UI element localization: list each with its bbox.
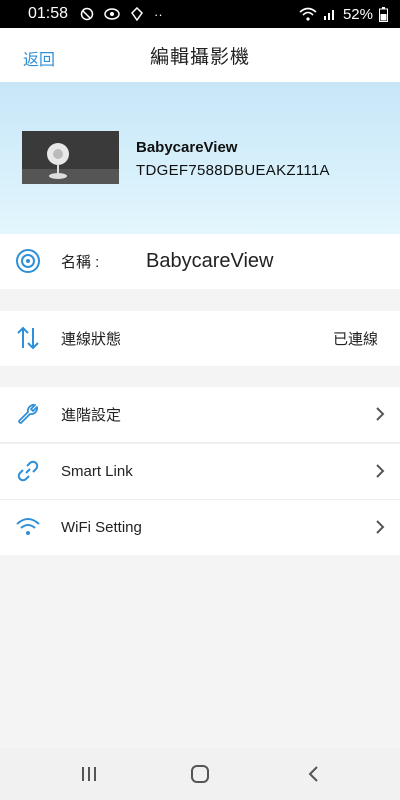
advanced-settings-row[interactable]: 進階設定 xyxy=(0,387,400,442)
battery-icon xyxy=(379,6,388,22)
link-icon xyxy=(15,458,41,484)
wrench-icon xyxy=(15,401,41,427)
connection-status: 已連線 xyxy=(332,331,378,348)
system-nav-bar xyxy=(0,748,400,800)
camera-thumbnail xyxy=(22,131,119,184)
home-icon[interactable] xyxy=(188,762,212,786)
name-row[interactable]: 名稱 : BabycareView xyxy=(0,234,400,289)
wifi-status-icon xyxy=(299,7,317,21)
name-label: 名稱 : xyxy=(61,254,100,271)
nav-bar: 返回 編輯攝影機 xyxy=(0,28,400,82)
device-name: BabycareView xyxy=(136,139,238,156)
at-icon xyxy=(80,7,94,21)
chevron-right-icon xyxy=(376,520,385,534)
signal-icon xyxy=(323,10,334,20)
clock: 01:58 xyxy=(28,5,69,22)
connection-label: 連線狀態 xyxy=(61,331,122,348)
eye-icon xyxy=(104,8,120,20)
device-header: BabycareView TDGEF7588DBUEAKZ111A xyxy=(0,82,400,234)
chevron-right-icon xyxy=(376,464,385,478)
wifi-setting-label: WiFi Setting xyxy=(61,519,142,536)
status-bar: 01:58 ·· 52% xyxy=(0,0,400,28)
recent-apps-icon[interactable] xyxy=(77,762,101,786)
wifi-setting-row[interactable]: WiFi Setting xyxy=(0,500,400,555)
dots-icon: ·· xyxy=(154,6,163,22)
advanced-settings-label: 進階設定 xyxy=(61,407,122,424)
camera-lens-icon xyxy=(15,248,41,274)
chevron-right-icon xyxy=(376,407,385,421)
back-button[interactable]: 返回 xyxy=(23,46,55,70)
wifi-icon xyxy=(15,514,41,540)
notification-icons: ·· xyxy=(80,7,163,22)
connection-row: 連線狀態 已連線 xyxy=(0,311,400,366)
page-title: 編輯攝影機 xyxy=(149,46,250,68)
up-down-arrows-icon xyxy=(15,325,41,351)
device-id: TDGEF7588DBUEAKZ111A xyxy=(136,162,330,179)
smart-link-row[interactable]: Smart Link xyxy=(0,444,400,499)
app-icon xyxy=(131,7,144,21)
battery-percent: 52% xyxy=(342,5,373,23)
back-icon[interactable] xyxy=(302,762,326,786)
smart-link-label: Smart Link xyxy=(61,463,133,480)
name-value[interactable]: BabycareView xyxy=(146,250,273,273)
system-status: 52% xyxy=(299,6,388,23)
